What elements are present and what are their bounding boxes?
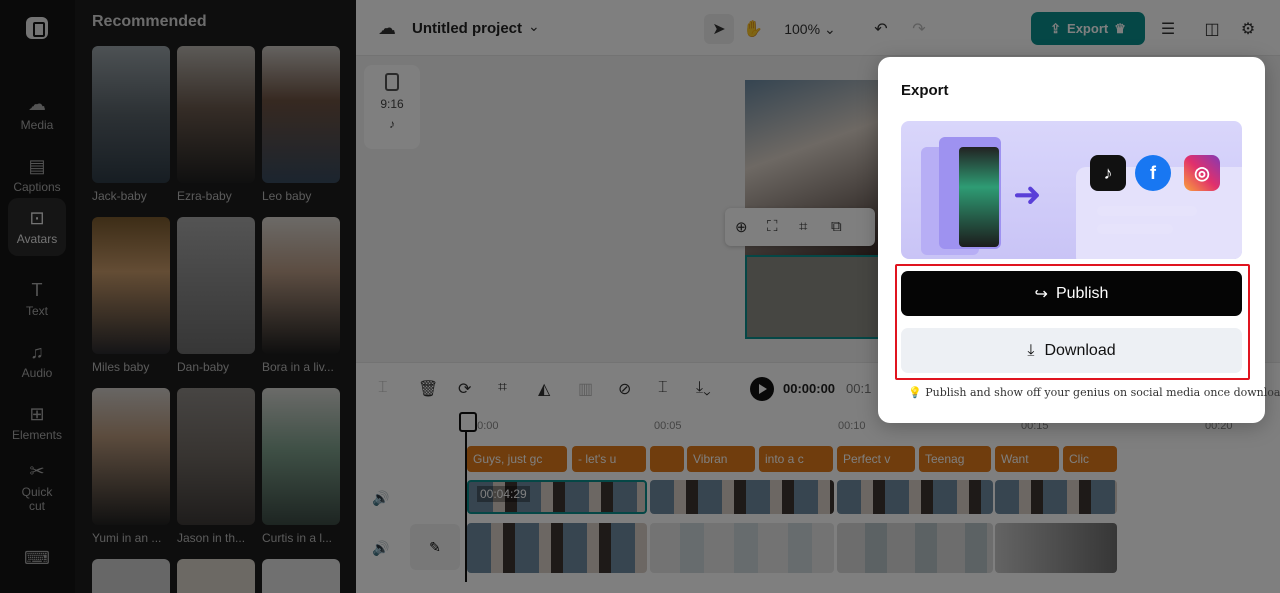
lightbulb-icon: 💡 — [908, 386, 922, 399]
arrow-icon: ➜ — [1013, 176, 1042, 214]
export-hint: 💡 Publish and show off your genius on so… — [908, 386, 1280, 399]
facebook-icon: f — [1135, 155, 1171, 191]
instagram-icon: ◎ — [1184, 155, 1220, 191]
download-icon: ⤓ — [1027, 341, 1035, 359]
publish-button[interactable]: ↪ Publish — [901, 271, 1242, 316]
app-root: ☁ Media ▤ Captions ⊡ Avatars T Text ♫ Au… — [0, 0, 1280, 593]
download-button[interactable]: ⤓ Download — [901, 328, 1242, 373]
export-modal-title: Export — [901, 82, 949, 99]
export-modal: Export ➜ ♪ f ◎ ↪ Publish ⤓ Download 💡 Pu… — [878, 57, 1280, 423]
tiktok-icon: ♪ — [1090, 155, 1126, 191]
share-icon: ↪ — [1034, 285, 1048, 303]
hint-text: Publish and show off your genius on soci… — [925, 386, 1280, 399]
export-banner-illustration: ➜ ♪ f ◎ — [901, 121, 1242, 259]
publish-label: Publish — [1055, 284, 1109, 302]
download-label: Download — [1044, 341, 1116, 359]
